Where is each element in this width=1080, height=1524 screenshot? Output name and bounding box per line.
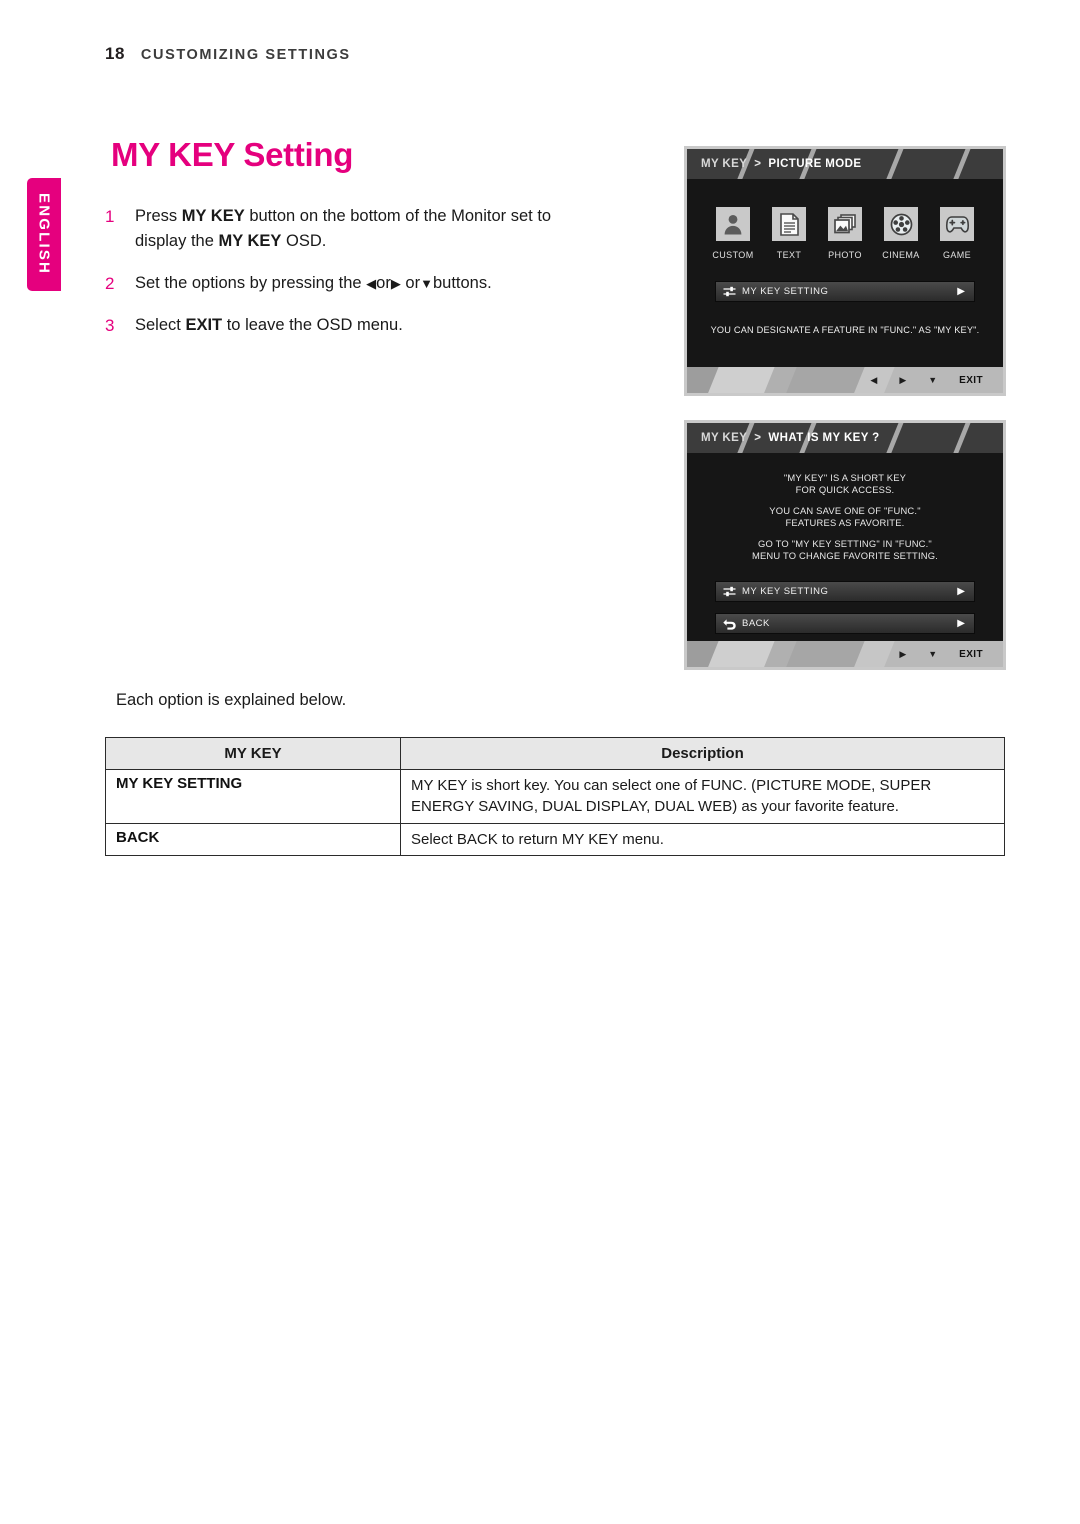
person-icon — [716, 207, 750, 241]
sliders-icon — [716, 286, 742, 297]
chevron-right-icon: ▶ — [957, 617, 965, 629]
instruction-steps: 1 Press MY KEY button on the bottom of t… — [105, 204, 605, 356]
step-text: Press MY KEY button on the bottom of the… — [135, 207, 552, 250]
osd-screenshot-picture-mode: MY KEY > PICTURE MODE CUSTOM TEXT PHOTO … — [684, 146, 1006, 396]
table-header-key: MY KEY — [105, 737, 401, 770]
table-row: MY KEY SETTING MY KEY is short key. You … — [105, 769, 1005, 824]
step-text: Set the options by pressing the ◀or▶ or▼… — [135, 273, 492, 292]
table-cell-key: MY KEY SETTING — [105, 769, 401, 824]
osd1-note: YOU CAN DESIGNATE A FEATURE IN "FUNC." A… — [710, 325, 980, 335]
back-arrow-icon — [716, 618, 742, 630]
osd2-back-row[interactable]: BACK ▶ — [716, 614, 974, 634]
film-reel-icon — [884, 207, 918, 241]
step-number: 1 — [105, 207, 115, 226]
key-exit-label[interactable]: EXIT — [959, 649, 983, 660]
description-paragraph: GO TO "MY KEY SETTING" IN "FUNC." MENU TO… — [751, 537, 939, 562]
osd2-menu-label: MY KEY SETTING — [742, 586, 829, 598]
key-down-icon[interactable]: ▼ — [928, 375, 937, 385]
step-1: 1 Press MY KEY button on the bottom of t… — [105, 204, 605, 254]
gamepad-icon — [940, 207, 974, 241]
language-tab: ENGLISH — [27, 178, 61, 291]
osd1-my-key-setting-row[interactable]: MY KEY SETTING ▶ — [716, 282, 974, 301]
picture-mode-custom[interactable]: CUSTOM — [709, 207, 757, 260]
osd2-my-key-setting-row[interactable]: MY KEY SETTING ▶ — [716, 582, 974, 602]
page-title: MY KEY Setting — [111, 136, 354, 173]
picture-mode-label: PHOTO — [828, 250, 862, 260]
page-number: 18 — [105, 44, 125, 63]
step-number: 2 — [105, 273, 115, 293]
what-is-my-key-description: "MY KEY" IS A SHORT KEY FOR QUICK ACCESS.… — [687, 453, 1003, 562]
key-down-icon[interactable]: ▼ — [928, 649, 937, 659]
picture-mode-photo[interactable]: PHOTO — [821, 207, 869, 260]
step-text: Select EXIT to leave the OSD menu. — [135, 316, 403, 334]
osd-breadcrumb-root: MY KEY — [701, 432, 748, 444]
key-exit-label[interactable]: EXIT — [959, 375, 983, 386]
osd1-bottom-bar: ◀ ▶ ▼ EXIT — [687, 367, 1003, 393]
options-table: MY KEY Description MY KEY SETTING MY KEY… — [105, 737, 1005, 856]
picture-mode-label: TEXT — [776, 250, 802, 260]
osd2-bottom-bar: ▶ ▼ EXIT — [687, 641, 1003, 667]
picture-mode-options: CUSTOM TEXT PHOTO CINEMA GAME — [687, 179, 1003, 260]
step-number: 3 — [105, 316, 115, 335]
table-cell-description: MY KEY is short key. You can select one … — [400, 769, 1005, 824]
osd-breadcrumb-current: PICTURE MODE — [768, 158, 862, 170]
document-icon — [772, 207, 806, 241]
picture-mode-text[interactable]: TEXT — [765, 207, 813, 260]
picture-mode-game[interactable]: GAME — [933, 207, 981, 260]
table-header-row: MY KEY Description — [105, 737, 1005, 770]
key-left-icon[interactable]: ◀ — [870, 375, 877, 385]
osd-breadcrumb-separator: > — [754, 432, 762, 444]
page-header: 18 CUSTOMIZING SETTINGS — [105, 44, 351, 64]
picture-mode-label: GAME — [942, 250, 972, 260]
key-right-icon[interactable]: ▶ — [899, 649, 906, 659]
step-3: 3 Select EXIT to leave the OSD menu. — [105, 313, 605, 339]
osd-screenshot-what-is-my-key: MY KEY > WHAT IS MY KEY ? "MY KEY" IS A … — [684, 420, 1006, 670]
chevron-right-icon: ▶ — [957, 285, 965, 297]
table-row: BACK Select BACK to return MY KEY menu. — [105, 822, 1005, 856]
osd-title-bar: MY KEY > PICTURE MODE — [687, 149, 1003, 179]
intro-line: Each option is explained below. — [116, 691, 347, 709]
photo-icon — [828, 207, 862, 241]
picture-mode-label: CUSTOM — [712, 250, 754, 260]
description-paragraph: YOU CAN SAVE ONE OF "FUNC." FEATURES AS F… — [769, 504, 921, 529]
osd-breadcrumb-root: MY KEY — [701, 158, 748, 170]
language-tab-label: ENGLISH — [35, 193, 53, 276]
section-title: CUSTOMIZING SETTINGS — [140, 47, 351, 63]
table-header-description: Description — [400, 737, 1005, 770]
sliders-icon — [716, 586, 742, 597]
osd-breadcrumb-current: WHAT IS MY KEY ? — [768, 432, 880, 444]
chevron-right-icon: ▶ — [957, 585, 965, 597]
table-cell-key: BACK — [105, 822, 401, 856]
key-right-icon[interactable]: ▶ — [899, 375, 906, 385]
table-cell-description: Select BACK to return MY KEY menu. — [400, 822, 1005, 856]
picture-mode-cinema[interactable]: CINEMA — [877, 207, 925, 260]
osd-title-bar: MY KEY > WHAT IS MY KEY ? — [687, 423, 1003, 453]
step-2: 2 Set the options by pressing the ◀or▶ o… — [105, 271, 605, 297]
picture-mode-label: CINEMA — [882, 250, 920, 260]
osd2-menu-label: BACK — [742, 618, 770, 630]
osd-breadcrumb-separator: > — [754, 158, 762, 170]
osd1-menu-label: MY KEY SETTING — [742, 286, 829, 297]
description-paragraph: "MY KEY" IS A SHORT KEY FOR QUICK ACCESS. — [783, 472, 907, 496]
